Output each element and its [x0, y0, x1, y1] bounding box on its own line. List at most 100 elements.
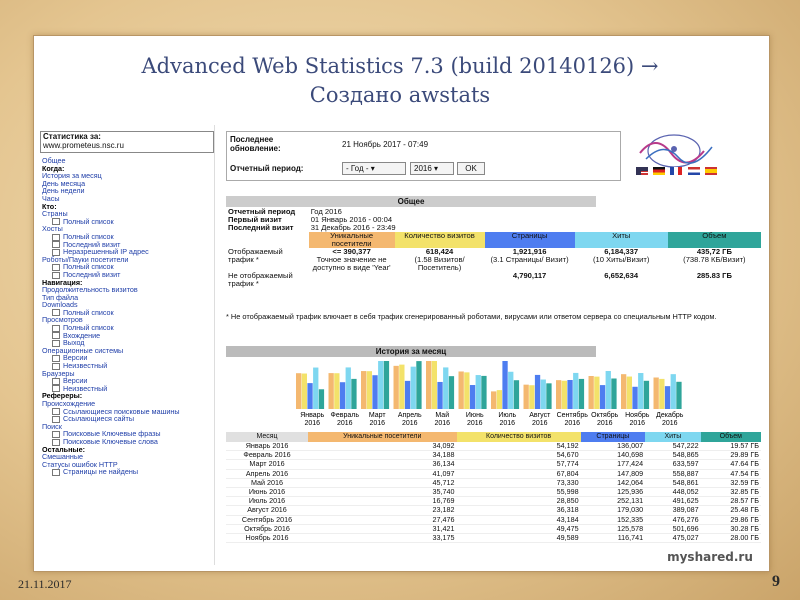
table-row: Август 2016 23,182 36,318 179,030 389,087 25.… [226, 506, 761, 516]
title-line-1: Advanced Web Statistics 7.3 (build 20140… [141, 54, 659, 78]
value-cell: 179,030 [580, 506, 646, 516]
chart-year-label: 2016 [467, 420, 483, 427]
chart-bar [626, 376, 632, 409]
chart-bar [594, 376, 600, 409]
chart-bar [513, 380, 520, 409]
stats-for-label: Статистика за: [43, 132, 101, 141]
chart-bar [605, 370, 611, 409]
value-cell: 41,097 [308, 469, 457, 479]
chart-bar [481, 375, 487, 409]
title-line-2: Создано awstats [309, 83, 491, 107]
general-title: Общее [226, 196, 596, 207]
month-cell: Ноябрь 2016 [226, 533, 308, 544]
value-cell: 475,027 [645, 533, 701, 544]
list-icon [52, 233, 60, 241]
period-month-value: - Год - [346, 164, 369, 173]
table-row: Сентябрь 2016 27,476 43,184 152,335 476,276 2… [226, 515, 761, 525]
list-icon [52, 263, 60, 271]
chart-bar [670, 374, 676, 409]
hidden-cell: 285.83 ГБ [696, 271, 732, 280]
chart-month-label: Август [529, 412, 551, 419]
sidebar-item[interactable]: Часы [42, 195, 214, 203]
col-bandwidth: Объем [667, 232, 761, 248]
table-row: Ноябрь 2016 33,175 49,589 116,741 475,027 28.… [226, 533, 761, 544]
chart-bar [653, 377, 659, 409]
value-cell: 33,175 [308, 533, 457, 544]
value-cell: 57,774 [456, 460, 581, 470]
list-icon [52, 430, 60, 438]
chart-bar [431, 361, 437, 409]
chart-year-label: 2016 [629, 420, 645, 427]
flag-de-icon[interactable] [653, 167, 666, 175]
stats-for-box: Статистика за: www.prometeus.nsc.ru [40, 131, 214, 153]
value-cell: 27,476 [308, 515, 457, 525]
period-label: Отчетный период: [230, 164, 304, 173]
value-cell: 36,134 [308, 460, 457, 470]
chart-bar [664, 386, 671, 409]
main-content: Последнее обновление: 21 Ноябрь 2017 - 0… [226, 125, 761, 565]
general-table: Отчетный период Год 2016 Первый визит 01 Я… [226, 208, 761, 288]
chart-bar [502, 361, 508, 409]
chart-year-label: 2016 [564, 420, 580, 427]
slide-date: 21.11.2017 [18, 577, 72, 591]
list-icon [52, 241, 60, 249]
ok-button[interactable]: OK [457, 162, 485, 175]
table-row: Апрель 2016 41,097 67,804 147,809 558,887 47.… [226, 469, 761, 479]
slide-title: Advanced Web Statistics 7.3 (build 20140… [40, 52, 760, 110]
general-row: Отчетный период Год 2016 [226, 208, 761, 216]
chart-bar [366, 371, 372, 409]
list-icon [52, 355, 60, 363]
value-cell: 49,589 [456, 533, 581, 544]
chart-bar [573, 372, 579, 409]
chart-bar [599, 385, 606, 409]
chart-month-label: Июнь [466, 412, 484, 419]
hidden-traffic-row: Не отображаемый трафик * 4,790,117 6,652… [226, 272, 761, 288]
chart-year-label: 2016 [402, 420, 418, 427]
flag-us-icon[interactable] [636, 167, 648, 175]
period-month-select[interactable]: - Год - ▾ [342, 162, 406, 175]
chart-month-label: Июль [498, 412, 516, 419]
flag-es-icon[interactable] [704, 167, 717, 175]
sidebar-item[interactable]: Ссылающиеся сайты [42, 415, 214, 423]
chart-bar [632, 386, 638, 409]
chart-bar [534, 374, 541, 409]
hidden-traffic-label: Не отображаемый трафик * [228, 271, 293, 288]
chart-bar [546, 383, 552, 409]
traffic-note: * Не отображаемый трафик влючает в себя … [226, 312, 717, 321]
chart-bar [361, 371, 367, 409]
sidebar-item[interactable]: Общее [42, 157, 214, 165]
flag-fr-icon[interactable] [670, 167, 683, 175]
chart-bar [301, 373, 307, 409]
chart-year-label: 2016 [597, 420, 613, 427]
chart-bar [588, 376, 594, 409]
chart-month-label: Май [435, 411, 449, 419]
chart-bar [372, 375, 378, 409]
report-header: Последнее обновление: 21 Ноябрь 2017 - 0… [226, 131, 621, 181]
chart-year-label: 2016 [532, 420, 548, 427]
sidebar-item[interactable]: День недели [42, 187, 214, 195]
shown-cell: 618,424 (1.58 Визитов/ Посетитель) [414, 247, 465, 272]
month-cell: Август 2016 [226, 506, 308, 516]
sidebar-item[interactable]: Страницы не найдены [42, 468, 214, 476]
chart-bar [676, 381, 682, 409]
chart-bar [383, 361, 390, 409]
value-cell: 389,087 [645, 506, 701, 516]
chart-bar [313, 367, 319, 409]
flag-nl-icon[interactable] [687, 167, 700, 175]
month-cell: Апрель 2016 [226, 469, 308, 479]
value-cell: 47.54 ГБ [700, 469, 761, 479]
value-cell: 177,424 [580, 460, 646, 470]
period-year-select[interactable]: 2016 ▾ [410, 162, 454, 175]
watermark-logo: myshared.ru [660, 549, 760, 564]
value-cell: 147,809 [580, 469, 646, 479]
shown-cell: 6,184,337 (10 Хиты/Визит) [592, 247, 650, 264]
value-cell: 25.48 ГБ [700, 506, 761, 516]
col-hits: Хиты [574, 232, 668, 248]
chart-bar [351, 378, 357, 409]
chart-bar [464, 372, 470, 409]
chart-bar [491, 391, 497, 409]
chart-bar [443, 367, 449, 409]
chart-bar [410, 366, 416, 409]
sidebar-item[interactable]: Полный список [42, 217, 214, 226]
chart-bar [643, 380, 650, 409]
